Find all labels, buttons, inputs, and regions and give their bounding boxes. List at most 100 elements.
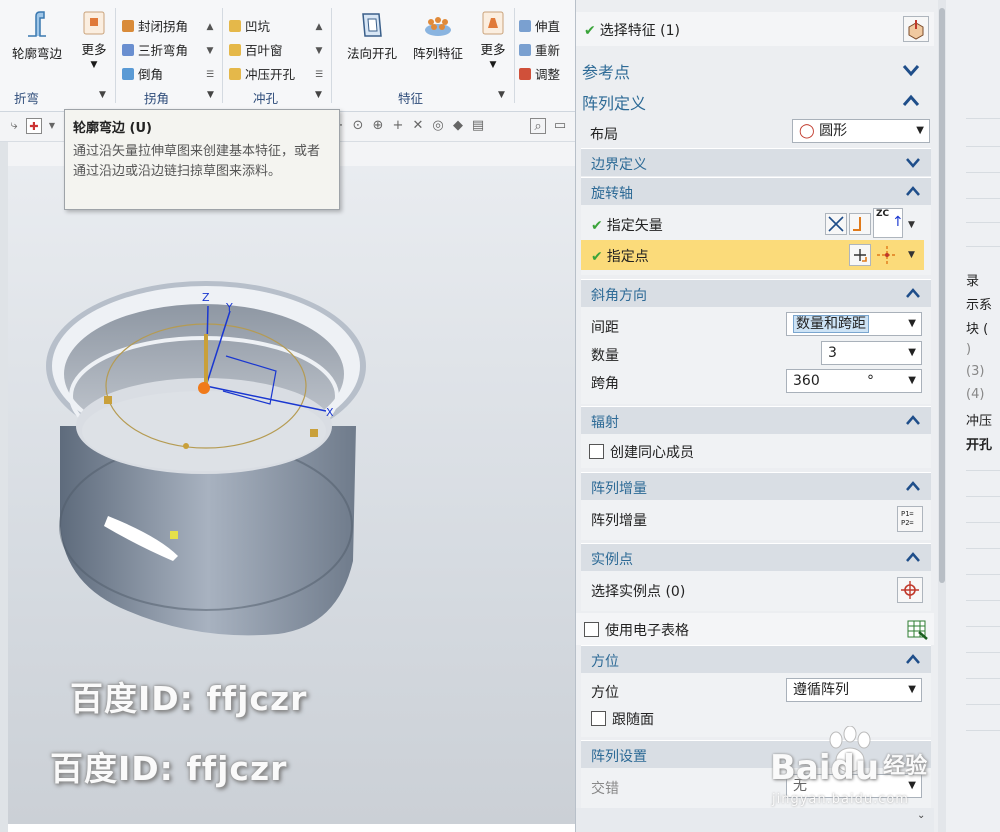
rotation-axis-section[interactable]: 旋转轴 <box>581 177 931 205</box>
checkbox[interactable] <box>584 622 599 637</box>
spacing-select[interactable]: 数量和跨距 ▼ <box>786 312 922 336</box>
chevron-up-icon[interactable] <box>905 410 921 430</box>
unbend-button[interactable]: 伸直 <box>519 16 560 38</box>
crosshair-icon <box>901 581 919 599</box>
watermark: 百度ID: ffjczr <box>50 749 288 788</box>
more-icon <box>83 11 105 35</box>
point-dialog-button[interactable] <box>849 244 871 266</box>
chevron-up-icon[interactable] <box>902 91 920 111</box>
snap-point-icon[interactable]: ✚ <box>26 118 42 134</box>
select-feature-button[interactable] <box>903 16 929 42</box>
graphics-viewport[interactable]: Z Y X 百度ID: ffjczr 百度ID: ffjczr <box>8 166 575 824</box>
chevron-down-icon[interactable]: ▼ <box>908 220 915 230</box>
chevron-down-icon[interactable]: ▼ <box>908 250 915 260</box>
rebend-icon <box>519 44 531 56</box>
chevron-down-icon[interactable]: ▼ <box>44 118 60 134</box>
chevron-up-icon[interactable] <box>905 476 921 496</box>
chevron-down-icon[interactable] <box>902 60 920 80</box>
scroll-down-icon[interactable]: ▼ <box>312 40 326 62</box>
chamfer-button[interactable]: 倒角 <box>122 64 163 86</box>
circle-target-icon[interactable]: ⊙ <box>350 118 366 134</box>
chevron-down-icon[interactable]: ▼ <box>498 90 505 100</box>
select-feature-row[interactable]: ✔ 选择特征 (1) <box>576 12 934 46</box>
vector-icon <box>828 216 844 232</box>
chevron-down-icon[interactable] <box>905 152 921 172</box>
angle-direction-section[interactable]: 斜角方向 <box>581 279 931 307</box>
expand-icon[interactable]: ☰ <box>312 64 326 86</box>
three-bend-corner-icon <box>122 44 134 56</box>
chevron-up-icon[interactable] <box>905 547 921 567</box>
span-angle-input[interactable]: 360 ° ▼ <box>786 369 922 393</box>
more-button-feature[interactable]: 更多 ▼ <box>475 10 511 70</box>
scroll-up-icon[interactable]: ▲ <box>312 16 326 38</box>
specify-point-row[interactable]: ✔ 指定点 ▼ <box>581 240 924 270</box>
nav-label: (3) <box>966 364 985 379</box>
chamfer-icon <box>122 68 134 80</box>
dimple-icon <box>229 20 241 32</box>
boundary-definition-section[interactable]: 边界定义 <box>581 148 931 176</box>
chevron-up-icon[interactable] <box>905 283 921 303</box>
three-bend-corner-button[interactable]: 三折弯角 <box>122 40 188 62</box>
dialog-scrollbar[interactable] <box>938 0 946 832</box>
pattern-increment-section[interactable]: 阵列增量 <box>581 472 931 500</box>
adjust-button[interactable]: 调整 <box>519 64 560 86</box>
chevron-up-icon[interactable] <box>905 649 921 669</box>
rebend-button[interactable]: 重新 <box>519 40 560 62</box>
scroll-down-icon[interactable]: ▼ <box>203 40 217 62</box>
chevron-up-icon[interactable] <box>905 181 921 201</box>
nav-label: 示系 <box>966 298 993 313</box>
select-instance-point-button[interactable] <box>897 577 923 603</box>
orientation-section[interactable]: 方位 <box>581 645 931 673</box>
feature-select-icon <box>908 20 924 40</box>
pattern-feature-button[interactable]: 阵列特征 <box>406 10 470 62</box>
nav-label: 录 <box>966 274 980 289</box>
pattern-increment-button[interactable]: P1= P2= <box>897 506 923 532</box>
chevron-down-icon: ▼ <box>916 125 924 136</box>
nav-label: ) <box>966 342 972 357</box>
closed-corner-button[interactable]: 封闭拐角 <box>122 16 188 38</box>
orientation-select[interactable]: 遵循阵列 ▼ <box>786 678 922 702</box>
checkbox[interactable] <box>591 711 606 726</box>
plus-icon[interactable]: + <box>390 118 406 134</box>
circle-cross-icon[interactable]: ⊕ <box>370 118 386 134</box>
select-instance-point-label: 选择实例点 (0) <box>591 584 686 600</box>
chevron-down-icon[interactable]: ▼ <box>207 90 214 100</box>
reverse-direction-button[interactable] <box>849 213 871 235</box>
view-icon[interactable]: ▭ <box>552 118 568 134</box>
point-snap-button[interactable] <box>873 244 901 266</box>
layout-select[interactable]: ◯ 圆形 ▼ <box>792 119 930 143</box>
count-input[interactable]: 3 ▼ <box>821 341 922 365</box>
contour-flange-button[interactable]: 轮廓弯边 <box>6 10 68 62</box>
more-button-bend[interactable]: 更多 ▼ <box>76 10 112 70</box>
reference-point-section[interactable]: 参考点 <box>576 54 934 84</box>
vector-dialog-button[interactable] <box>825 213 847 235</box>
filter-icon[interactable]: ⤷ <box>6 118 22 134</box>
checkbox[interactable] <box>589 444 604 459</box>
expand-icon[interactable]: ☰ <box>203 64 217 86</box>
radiate-section[interactable]: 辐射 <box>581 406 931 434</box>
louver-button[interactable]: 百叶窗 <box>229 40 283 62</box>
instance-point-section[interactable]: 实例点 <box>581 543 931 571</box>
nav-label: 冲压 <box>966 414 993 429</box>
crosshair-icon <box>877 246 897 264</box>
plane-icon[interactable]: ▤ <box>470 118 486 134</box>
ring-icon[interactable]: ◎ <box>430 118 446 134</box>
chevron-down-icon[interactable]: ▼ <box>315 90 322 100</box>
zc-vector-button[interactable]: ZC ↑ <box>873 208 904 238</box>
group-label-feature: 特征 <box>398 91 424 106</box>
normal-cutout-button[interactable]: 法向开孔 <box>340 10 404 62</box>
spreadsheet-icon <box>907 620 928 640</box>
create-concentric-checkbox[interactable]: 创建同心成员 <box>589 442 694 462</box>
ribbon: 轮廓弯边 更多 ▼ 折弯 ▼ 封闭拐角 三折弯角 倒角 ▲ ▼ ☰ 拐角 ▼ 凹… <box>0 0 575 112</box>
follow-face-checkbox[interactable]: 跟随面 <box>591 709 654 729</box>
cross-icon[interactable]: ✕ <box>410 118 426 134</box>
chevron-down-icon[interactable]: ▼ <box>99 90 106 100</box>
drawn-cutout-button[interactable]: 冲压开孔 <box>229 64 295 86</box>
pattern-definition-section[interactable]: 阵列定义 <box>576 85 934 115</box>
spreadsheet-button[interactable] <box>906 618 928 640</box>
dimple-button[interactable]: 凹坑 <box>229 16 270 38</box>
zoom-icon[interactable]: ⌕ <box>530 118 546 134</box>
face-icon[interactable]: ◆ <box>450 118 466 134</box>
scroll-up-icon[interactable]: ▲ <box>203 16 217 38</box>
use-spreadsheet-checkbox[interactable]: 使用电子表格 <box>584 620 689 640</box>
